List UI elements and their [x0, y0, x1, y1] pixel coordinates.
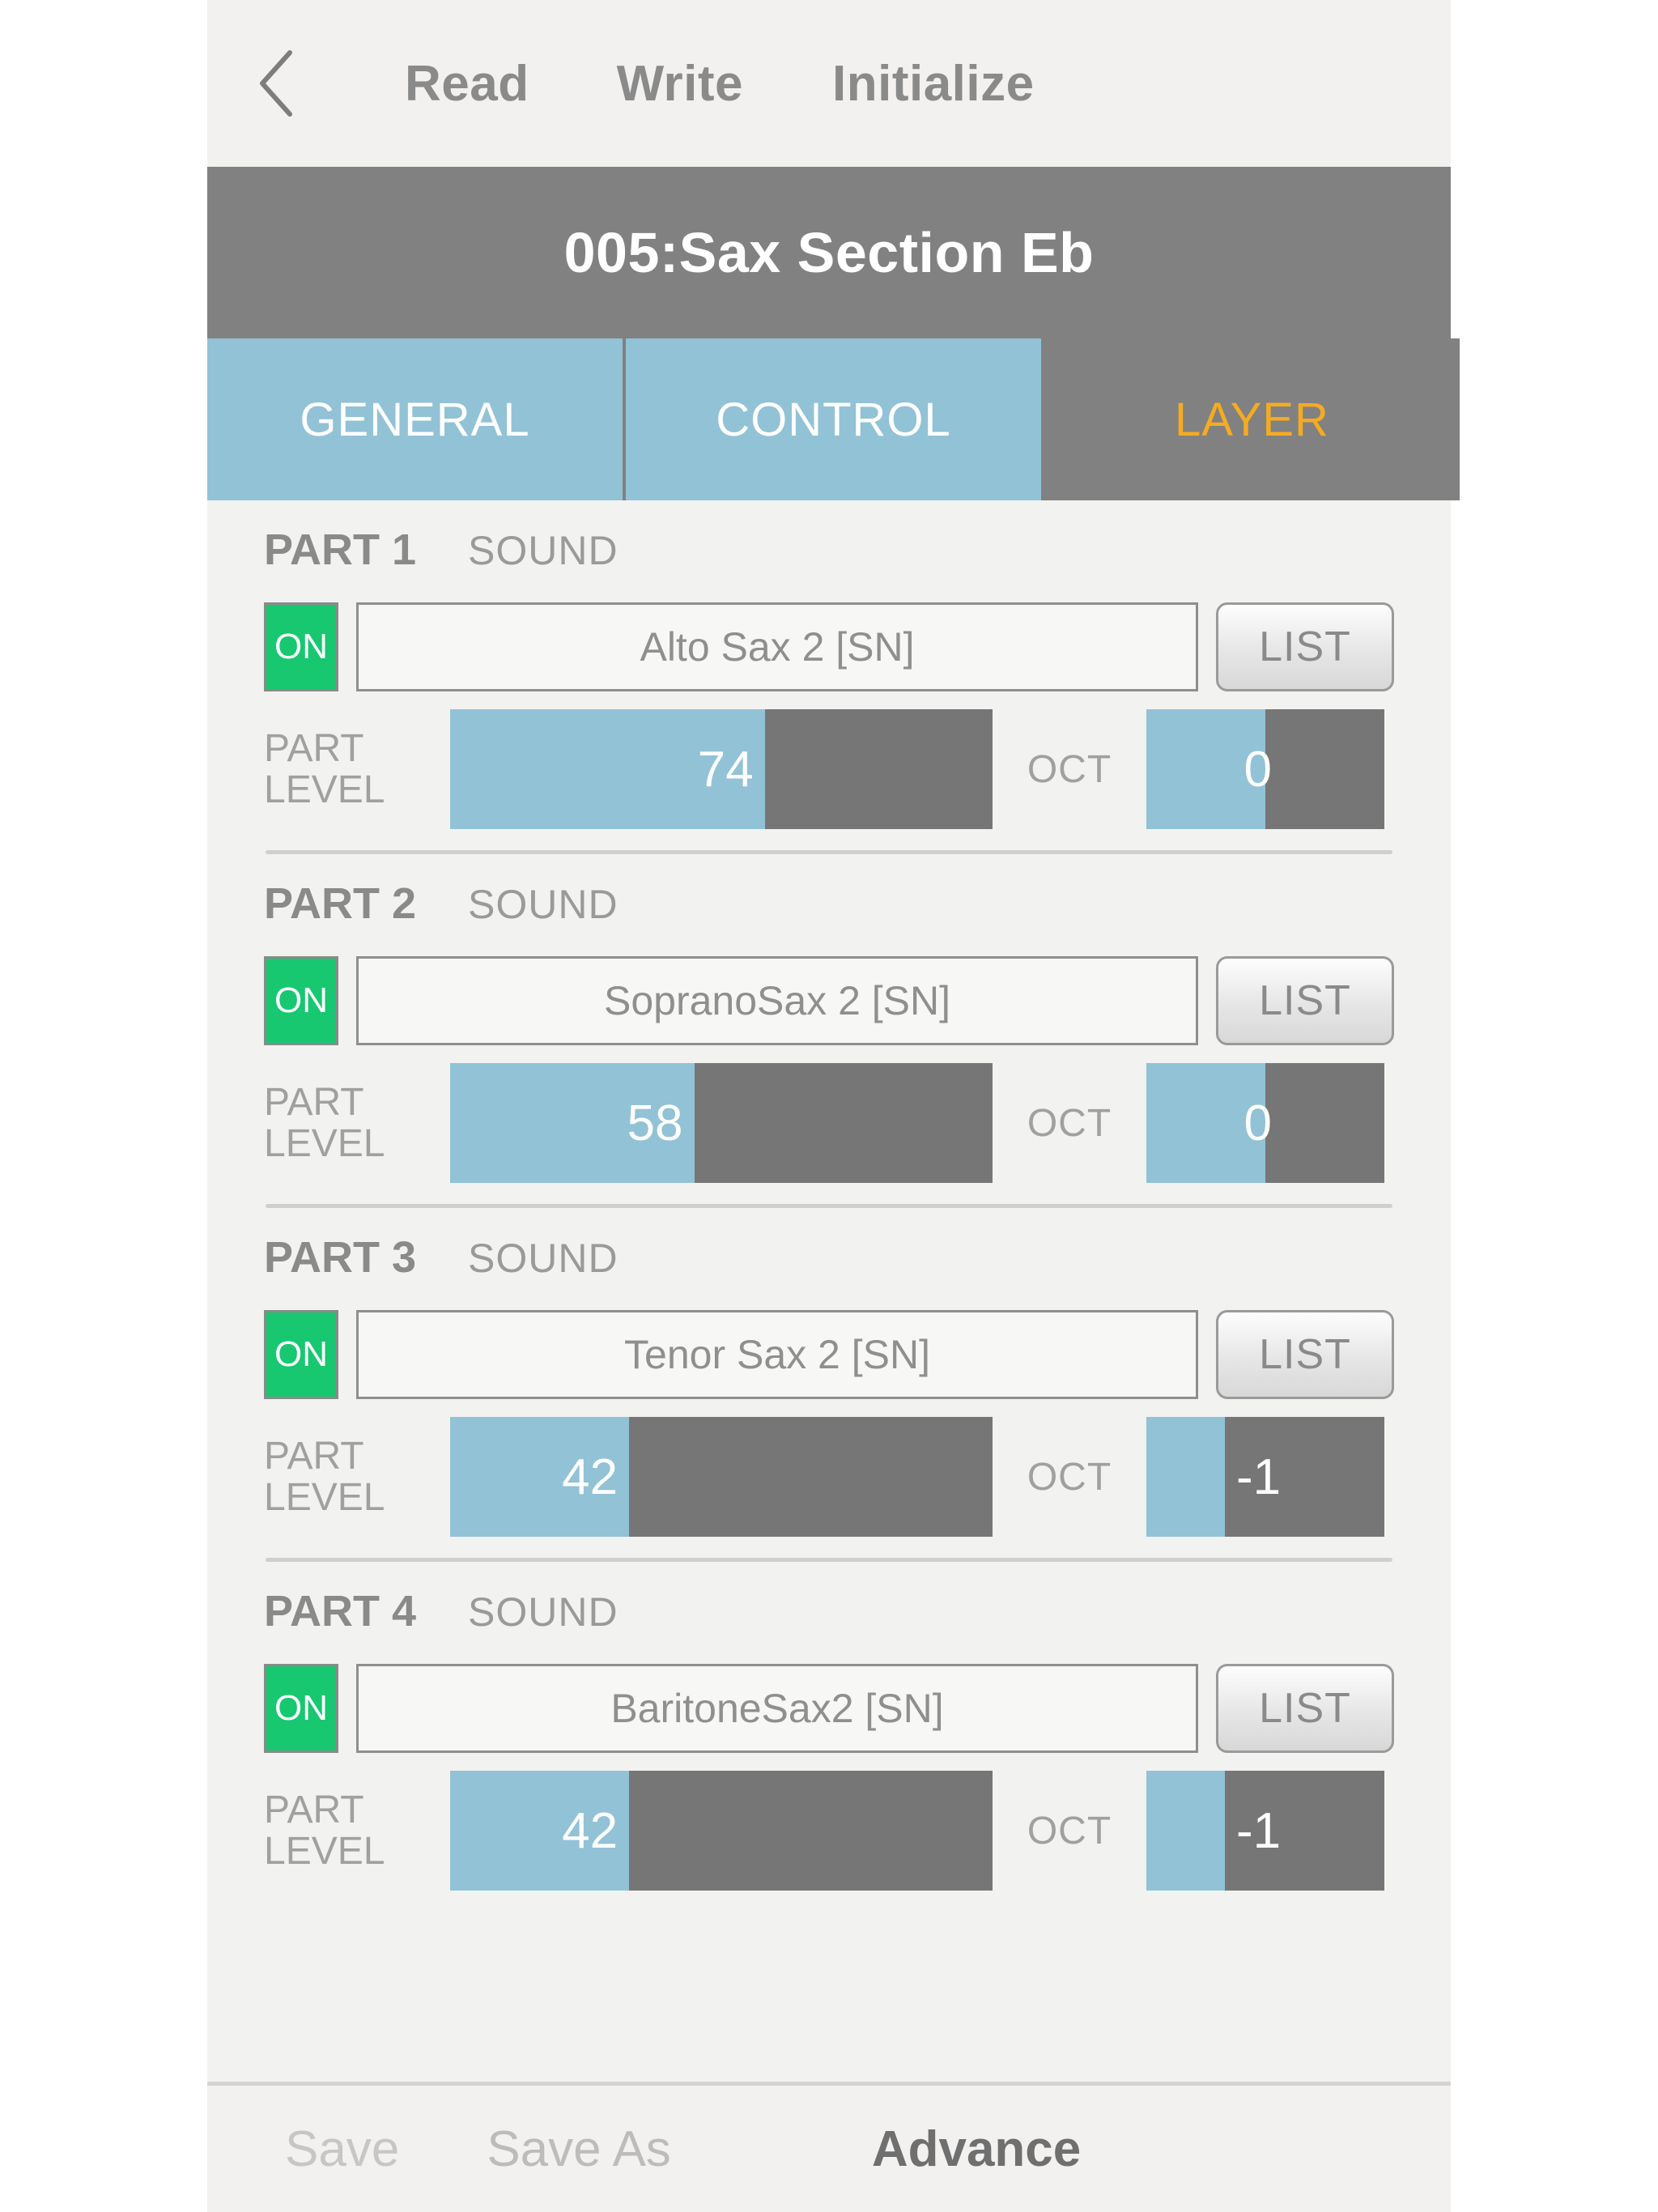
tab-control[interactable]: CONTROL	[626, 338, 1044, 500]
part-level-label-line1: PART	[264, 1080, 364, 1124]
oct-slider[interactable]: 0	[1146, 709, 1384, 829]
part-level-label-line1: PART	[264, 726, 364, 770]
part-level-label-line2: LEVEL	[264, 768, 385, 811]
part-header: PART 4 SOUND	[264, 1562, 1394, 1649]
part-level-slider[interactable]: 42	[450, 1417, 993, 1537]
slider-value: 58	[627, 1095, 683, 1151]
part-title: PART 1	[264, 525, 417, 574]
bottom-toolbar: Save Save As Advance	[207, 2082, 1451, 2212]
part-level-label-line2: LEVEL	[264, 1476, 385, 1519]
part-level-label-line2: LEVEL	[264, 1830, 385, 1873]
oct-label: OCT	[1027, 1101, 1112, 1145]
oct-label: OCT	[1027, 747, 1112, 791]
slider-fill	[1146, 1771, 1226, 1891]
part-level-label: PART LEVEL	[264, 1080, 450, 1165]
parts-list: PART 1 SOUND ON Alto Sax 2 [SN] LIST PAR…	[207, 500, 1451, 2082]
level-row: PART LEVEL 42 OCT -1	[264, 1771, 1394, 1891]
part-on-toggle[interactable]: ON	[264, 1310, 338, 1399]
top-navigation-bar: Read Write Initialize	[207, 0, 1451, 167]
slider-value: 42	[562, 1448, 619, 1505]
sound-name-field[interactable]: Alto Sax 2 [SN]	[356, 602, 1198, 691]
app-window: Read Write Initialize 005:Sax Section Eb…	[207, 0, 1460, 2212]
chevron-left-icon	[254, 48, 298, 119]
part-level-label-line1: PART	[264, 1434, 364, 1478]
patch-title: 005:Sax Section Eb	[563, 221, 1095, 284]
part-row: PART 2 SOUND ON SopranoSax 2 [SN] LIST P…	[207, 854, 1451, 1183]
slider-value: -1	[1236, 1448, 1282, 1505]
part-header: PART 3 SOUND	[264, 1208, 1394, 1295]
sound-list-button[interactable]: LIST	[1216, 1310, 1394, 1399]
slider-value: -1	[1236, 1802, 1282, 1859]
part-level-label-line2: LEVEL	[264, 1122, 385, 1165]
part-level-slider[interactable]: 42	[450, 1771, 993, 1891]
save-as-button[interactable]: Save As	[487, 2121, 670, 2178]
tab-layer[interactable]: LAYER	[1044, 338, 1460, 500]
advance-button[interactable]: Advance	[872, 2121, 1081, 2178]
tab-general[interactable]: GENERAL	[207, 338, 626, 500]
level-row: PART LEVEL 58 OCT 0	[264, 1063, 1394, 1183]
slider-value: 42	[562, 1802, 619, 1859]
sound-label: SOUND	[468, 1589, 619, 1635]
sound-name-field[interactable]: SopranoSax 2 [SN]	[356, 956, 1198, 1045]
sound-row: ON SopranoSax 2 [SN] LIST	[264, 956, 1394, 1045]
slider-value: 0	[1244, 741, 1273, 798]
sound-label: SOUND	[468, 528, 619, 573]
read-button[interactable]: Read	[405, 55, 529, 113]
sound-row: ON Tenor Sax 2 [SN] LIST	[264, 1310, 1394, 1399]
part-on-toggle[interactable]: ON	[264, 956, 338, 1045]
part-row: PART 3 SOUND ON Tenor Sax 2 [SN] LIST PA…	[207, 1208, 1451, 1537]
tab-bar: GENERAL CONTROL LAYER	[207, 338, 1460, 500]
oct-slider[interactable]: -1	[1146, 1417, 1384, 1537]
part-level-label: PART LEVEL	[264, 726, 450, 811]
level-row: PART LEVEL 74 OCT 0	[264, 709, 1394, 829]
part-on-toggle[interactable]: ON	[264, 1664, 338, 1753]
save-button[interactable]: Save	[285, 2121, 399, 2178]
oct-slider[interactable]: 0	[1146, 1063, 1384, 1183]
write-button[interactable]: Write	[617, 55, 743, 113]
sound-name-field[interactable]: Tenor Sax 2 [SN]	[356, 1310, 1198, 1399]
part-header: PART 1 SOUND	[264, 500, 1394, 588]
part-row: PART 1 SOUND ON Alto Sax 2 [SN] LIST PAR…	[207, 500, 1451, 829]
sound-list-button[interactable]: LIST	[1216, 1664, 1394, 1753]
initialize-button[interactable]: Initialize	[832, 55, 1035, 113]
slider-fill	[1146, 1417, 1226, 1537]
sound-label: SOUND	[468, 882, 619, 927]
sound-list-button[interactable]: LIST	[1216, 956, 1394, 1045]
sound-name-field[interactable]: BaritoneSax2 [SN]	[356, 1664, 1198, 1753]
part-level-label: PART LEVEL	[264, 1434, 450, 1519]
back-button[interactable]	[207, 0, 345, 167]
sound-label: SOUND	[468, 1236, 619, 1281]
part-title: PART 3	[264, 1233, 417, 1282]
part-header: PART 2 SOUND	[264, 854, 1394, 942]
part-level-label-line1: PART	[264, 1788, 364, 1831]
part-title: PART 4	[264, 1587, 417, 1636]
oct-label: OCT	[1027, 1455, 1112, 1499]
sound-list-button[interactable]: LIST	[1216, 602, 1394, 691]
sound-row: ON BaritoneSax2 [SN] LIST	[264, 1664, 1394, 1753]
part-on-toggle[interactable]: ON	[264, 602, 338, 691]
part-level-slider[interactable]: 74	[450, 709, 993, 829]
part-row: PART 4 SOUND ON BaritoneSax2 [SN] LIST P…	[207, 1562, 1451, 1891]
part-title: PART 2	[264, 879, 417, 928]
part-level-label: PART LEVEL	[264, 1788, 450, 1873]
slider-value: 0	[1244, 1095, 1273, 1151]
part-level-slider[interactable]: 58	[450, 1063, 993, 1183]
oct-label: OCT	[1027, 1809, 1112, 1853]
patch-title-bar: 005:Sax Section Eb	[207, 167, 1451, 338]
level-row: PART LEVEL 42 OCT -1	[264, 1417, 1394, 1537]
oct-slider[interactable]: -1	[1146, 1771, 1384, 1891]
slider-value: 74	[697, 741, 754, 798]
sound-row: ON Alto Sax 2 [SN] LIST	[264, 602, 1394, 691]
